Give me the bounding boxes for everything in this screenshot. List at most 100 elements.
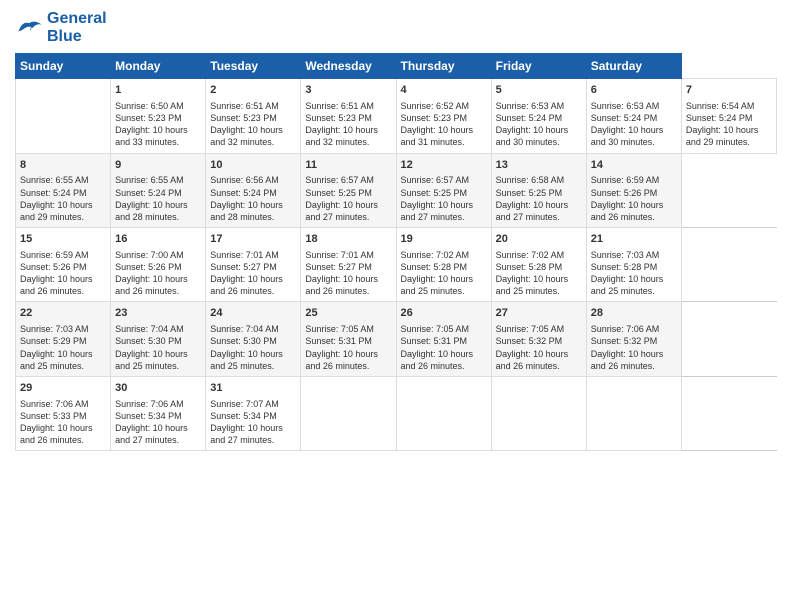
calendar-day-cell: 15Sunrise: 6:59 AM Sunset: 5:26 PM Dayli… (16, 228, 111, 302)
day-number: 1 (115, 83, 201, 98)
header-day: Thursday (396, 54, 491, 79)
header-day: Wednesday (301, 54, 396, 79)
calendar-day-cell: 23 Sunrise: 7:04 AM Sunset: 5:30 PM Dayli… (111, 302, 206, 376)
day-info: Sunrise: 7:04 AM Sunset: 5:30 PM Dayligh… (210, 323, 296, 372)
day-info: Sunrise: 7:06 AM Sunset: 5:32 PM Dayligh… (591, 323, 677, 372)
calendar-day-cell: 5 Sunrise: 6:53 AM Sunset: 5:24 PM Daylig… (491, 79, 586, 153)
calendar-day-cell: 14Sunrise: 6:59 AM Sunset: 5:26 PM Dayli… (586, 153, 681, 227)
day-info: Sunrise: 7:04 AM Sunset: 5:30 PM Dayligh… (115, 323, 201, 372)
day-number: 29 (20, 381, 106, 396)
calendar-day-cell: 28 Sunrise: 7:06 AM Sunset: 5:32 PM Dayli… (586, 302, 681, 376)
calendar-day-cell: 8Sunrise: 6:55 AM Sunset: 5:24 PM Daylig… (16, 153, 111, 227)
day-info: Sunrise: 6:52 AM Sunset: 5:23 PM Dayligh… (401, 100, 487, 149)
day-info: Sunrise: 7:07 AM Sunset: 5:34 PM Dayligh… (210, 398, 296, 447)
day-number: 12 (401, 158, 487, 173)
day-info: Sunrise: 6:59 AM Sunset: 5:26 PM Dayligh… (20, 249, 106, 298)
calendar-day-cell: 19 Sunrise: 7:02 AM Sunset: 5:28 PM Dayli… (396, 228, 491, 302)
day-number: 24 (210, 306, 296, 321)
day-info: Sunrise: 6:51 AM Sunset: 5:23 PM Dayligh… (305, 100, 391, 149)
day-info: Sunrise: 6:51 AM Sunset: 5:23 PM Dayligh… (210, 100, 296, 149)
calendar-day-cell: 4Sunrise: 6:52 AM Sunset: 5:23 PM Daylig… (396, 79, 491, 153)
calendar-day-cell: 26 Sunrise: 7:05 AM Sunset: 5:31 PM Dayli… (396, 302, 491, 376)
day-info: Sunrise: 7:01 AM Sunset: 5:27 PM Dayligh… (305, 249, 391, 298)
calendar-week-row: 8Sunrise: 6:55 AM Sunset: 5:24 PM Daylig… (16, 153, 777, 227)
day-info: Sunrise: 6:53 AM Sunset: 5:24 PM Dayligh… (591, 100, 677, 149)
header-day: Tuesday (206, 54, 301, 79)
calendar-day-cell: 10Sunrise: 6:56 AM Sunset: 5:24 PM Dayli… (206, 153, 301, 227)
calendar-day-cell: 9Sunrise: 6:55 AM Sunset: 5:24 PM Daylig… (111, 153, 206, 227)
day-number: 3 (305, 83, 391, 98)
day-info: Sunrise: 6:56 AM Sunset: 5:24 PM Dayligh… (210, 174, 296, 223)
logo-icon (15, 17, 43, 39)
header-day: Saturday (586, 54, 681, 79)
day-number: 28 (591, 306, 677, 321)
day-info: Sunrise: 7:03 AM Sunset: 5:29 PM Dayligh… (20, 323, 106, 372)
calendar-day-cell: 18 Sunrise: 7:01 AM Sunset: 5:27 PM Dayli… (301, 228, 396, 302)
calendar-week-row: 22 Sunrise: 7:03 AM Sunset: 5:29 PM Dayli… (16, 302, 777, 376)
day-number: 20 (496, 232, 582, 247)
day-number: 7 (686, 83, 772, 98)
day-info: Sunrise: 6:58 AM Sunset: 5:25 PM Dayligh… (496, 174, 582, 223)
logo: General Blue (15, 10, 107, 45)
day-number: 10 (210, 158, 296, 173)
calendar-week-row: 1 Sunrise: 6:50 AM Sunset: 5:23 PM Daylig… (16, 79, 777, 153)
day-info: Sunrise: 6:54 AM Sunset: 5:24 PM Dayligh… (686, 100, 772, 149)
calendar-day-empty (16, 79, 111, 153)
day-number: 9 (115, 158, 201, 173)
day-number: 16 (115, 232, 201, 247)
calendar-day-cell: 22 Sunrise: 7:03 AM Sunset: 5:29 PM Dayli… (16, 302, 111, 376)
calendar-day-cell: 21Sunrise: 7:03 AM Sunset: 5:28 PM Dayli… (586, 228, 681, 302)
calendar-week-row: 29Sunrise: 7:06 AM Sunset: 5:33 PM Dayli… (16, 376, 777, 450)
day-number: 23 (115, 306, 201, 321)
calendar-day-cell: 1 Sunrise: 6:50 AM Sunset: 5:23 PM Daylig… (111, 79, 206, 153)
calendar-day-cell: 30 Sunrise: 7:06 AM Sunset: 5:34 PM Dayli… (111, 376, 206, 450)
day-number: 8 (20, 158, 106, 173)
day-info: Sunrise: 6:50 AM Sunset: 5:23 PM Dayligh… (115, 100, 201, 149)
day-info: Sunrise: 6:57 AM Sunset: 5:25 PM Dayligh… (401, 174, 487, 223)
day-info: Sunrise: 6:55 AM Sunset: 5:24 PM Dayligh… (115, 174, 201, 223)
calendar-day-cell: 20 Sunrise: 7:02 AM Sunset: 5:28 PM Dayli… (491, 228, 586, 302)
day-number: 30 (115, 381, 201, 396)
calendar-week-row: 15Sunrise: 6:59 AM Sunset: 5:26 PM Dayli… (16, 228, 777, 302)
calendar-day-cell: 12Sunrise: 6:57 AM Sunset: 5:25 PM Dayli… (396, 153, 491, 227)
day-info: Sunrise: 6:53 AM Sunset: 5:24 PM Dayligh… (496, 100, 582, 149)
logo-text: General Blue (47, 10, 107, 45)
day-number: 31 (210, 381, 296, 396)
calendar-day-cell: 17Sunrise: 7:01 AM Sunset: 5:27 PM Dayli… (206, 228, 301, 302)
header-day: Monday (111, 54, 206, 79)
day-info: Sunrise: 7:05 AM Sunset: 5:31 PM Dayligh… (305, 323, 391, 372)
day-number: 2 (210, 83, 296, 98)
day-number: 22 (20, 306, 106, 321)
header-day: Friday (491, 54, 586, 79)
calendar-day-cell: 27Sunrise: 7:05 AM Sunset: 5:32 PM Dayli… (491, 302, 586, 376)
day-info: Sunrise: 7:06 AM Sunset: 5:34 PM Dayligh… (115, 398, 201, 447)
day-number: 17 (210, 232, 296, 247)
day-info: Sunrise: 6:57 AM Sunset: 5:25 PM Dayligh… (305, 174, 391, 223)
day-number: 6 (591, 83, 677, 98)
calendar-day-cell: 25 Sunrise: 7:05 AM Sunset: 5:31 PM Dayli… (301, 302, 396, 376)
day-info: Sunrise: 7:02 AM Sunset: 5:28 PM Dayligh… (496, 249, 582, 298)
calendar-day-cell: 31 Sunrise: 7:07 AM Sunset: 5:34 PM Dayli… (206, 376, 301, 450)
day-info: Sunrise: 6:55 AM Sunset: 5:24 PM Dayligh… (20, 174, 106, 223)
day-info: Sunrise: 7:03 AM Sunset: 5:28 PM Dayligh… (591, 249, 677, 298)
day-info: Sunrise: 7:02 AM Sunset: 5:28 PM Dayligh… (401, 249, 487, 298)
calendar-day-cell: 13Sunrise: 6:58 AM Sunset: 5:25 PM Dayli… (491, 153, 586, 227)
calendar-day-cell: 7 Sunrise: 6:54 AM Sunset: 5:24 PM Daylig… (681, 79, 776, 153)
day-number: 19 (401, 232, 487, 247)
calendar-day-cell: 2 Sunrise: 6:51 AM Sunset: 5:23 PM Daylig… (206, 79, 301, 153)
day-number: 25 (305, 306, 391, 321)
day-number: 18 (305, 232, 391, 247)
calendar-day-cell: 16 Sunrise: 7:00 AM Sunset: 5:26 PM Dayli… (111, 228, 206, 302)
calendar-day-cell: 3 Sunrise: 6:51 AM Sunset: 5:23 PM Daylig… (301, 79, 396, 153)
day-info: Sunrise: 7:00 AM Sunset: 5:26 PM Dayligh… (115, 249, 201, 298)
calendar-day-cell (301, 376, 396, 450)
day-number: 11 (305, 158, 391, 173)
day-number: 26 (401, 306, 487, 321)
day-number: 14 (591, 158, 677, 173)
day-info: Sunrise: 7:05 AM Sunset: 5:31 PM Dayligh… (401, 323, 487, 372)
page-container: General Blue SundayMondayTuesdayWednesda… (0, 0, 792, 461)
header-row: SundayMondayTuesdayWednesdayThursdayFrid… (16, 54, 777, 79)
calendar-day-cell (491, 376, 586, 450)
day-number: 5 (496, 83, 582, 98)
page-header: General Blue (15, 10, 777, 45)
